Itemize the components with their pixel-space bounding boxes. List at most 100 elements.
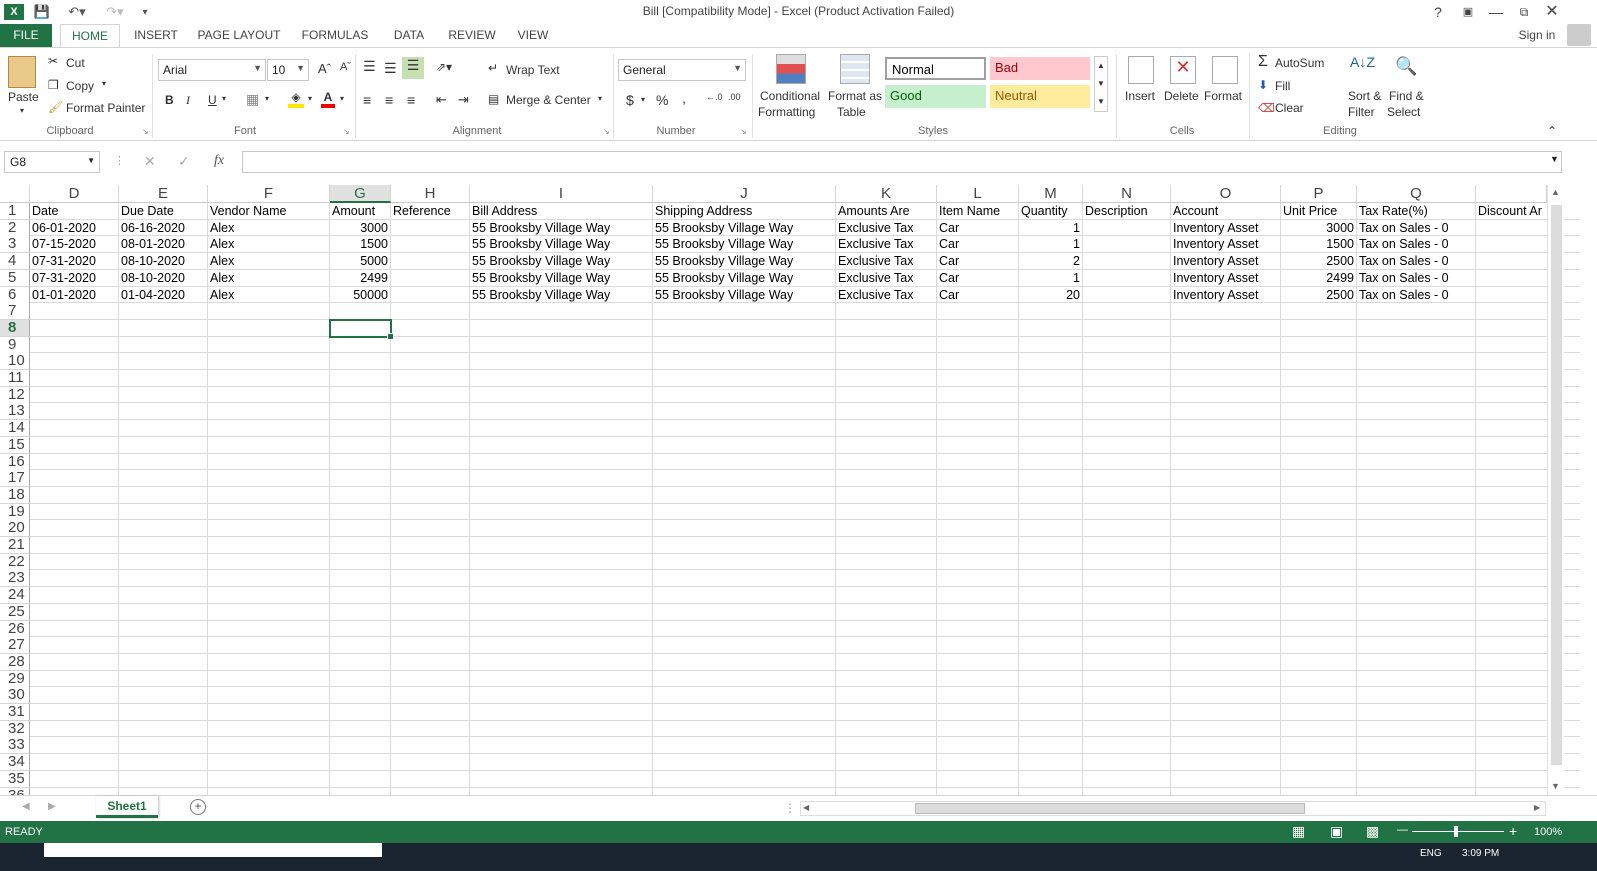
tab-home[interactable]: HOME xyxy=(60,24,120,48)
column-header-g[interactable]: G xyxy=(330,185,391,203)
data-cell[interactable]: 55 Brooksby Village Way xyxy=(470,270,652,287)
zoom-slider-thumb[interactable] xyxy=(1454,826,1458,837)
merge-dropdown-icon[interactable]: ▾ xyxy=(598,94,602,103)
row-header-32[interactable]: 32 xyxy=(0,720,30,738)
data-cell[interactable]: 07-15-2020 xyxy=(30,236,118,253)
style-good[interactable]: Good xyxy=(885,85,986,108)
column-header-n[interactable]: N xyxy=(1083,185,1171,203)
formula-bar-options-icon[interactable]: ⋮ xyxy=(114,154,125,167)
zoom-out-button[interactable]: — xyxy=(1397,824,1408,836)
data-cell[interactable]: Alex xyxy=(208,236,329,253)
row-header-1[interactable]: 1 xyxy=(0,203,30,220)
row-header-31[interactable]: 31 xyxy=(0,704,30,721)
top-align-icon[interactable]: ☰ xyxy=(363,58,376,75)
row-header-5[interactable]: 5 xyxy=(0,269,30,287)
data-cell[interactable]: 07-31-2020 xyxy=(30,253,118,270)
format-painter-icon[interactable]: 🖌 xyxy=(48,100,63,114)
paste-icon[interactable] xyxy=(8,56,36,88)
row-header-12[interactable]: 12 xyxy=(0,386,30,404)
data-cell[interactable]: 1 xyxy=(1019,236,1082,253)
column-header-h[interactable]: H xyxy=(391,185,470,203)
data-cell[interactable]: 06-01-2020 xyxy=(30,220,118,237)
data-cell[interactable]: Inventory Asset xyxy=(1171,287,1280,304)
avatar[interactable] xyxy=(1567,24,1591,46)
format-painter-button[interactable]: Format Painter xyxy=(66,101,145,115)
style-neutral[interactable]: Neutral xyxy=(990,85,1090,108)
row-header-14[interactable]: 14 xyxy=(0,420,30,438)
autosum-button[interactable]: AutoSum xyxy=(1275,56,1324,70)
data-cell[interactable]: 2499 xyxy=(1281,270,1356,287)
header-cell[interactable]: Item Name xyxy=(937,203,1018,220)
tab-page-layout[interactable]: PAGE LAYOUT xyxy=(192,24,286,48)
row-header-2[interactable]: 2 xyxy=(0,219,30,237)
row-header-22[interactable]: 22 xyxy=(0,553,30,571)
row-header-33[interactable]: 33 xyxy=(0,737,30,755)
font-size-select[interactable]: 10 ▼ xyxy=(267,59,309,81)
prev-sheet-icon[interactable]: ◀ xyxy=(22,801,30,812)
data-cell[interactable]: 55 Brooksby Village Way xyxy=(470,287,652,304)
column-header-p[interactable]: P xyxy=(1281,185,1357,203)
data-cell[interactable]: Exclusive Tax xyxy=(836,253,936,270)
align-left-icon[interactable]: ≡ xyxy=(363,92,371,108)
horizontal-scroll-thumb[interactable] xyxy=(915,803,1305,814)
row-header-17[interactable]: 17 xyxy=(0,470,30,488)
row-header-20[interactable]: 20 xyxy=(0,520,30,538)
data-cell[interactable]: 01-01-2020 xyxy=(30,287,118,304)
insert-function-button[interactable]: fx xyxy=(214,153,224,169)
data-cell[interactable]: 01-04-2020 xyxy=(119,287,207,304)
insert-cells-button[interactable]: Insert xyxy=(1125,89,1155,103)
new-sheet-icon[interactable]: + xyxy=(190,799,206,815)
row-header-13[interactable]: 13 xyxy=(0,403,30,421)
sort-filter-icon[interactable]: A↓Z xyxy=(1350,54,1375,70)
fill-icon[interactable]: ⬇ xyxy=(1258,78,1268,92)
row-header-23[interactable]: 23 xyxy=(0,570,30,588)
clipboard-launcher-icon[interactable]: ↘ xyxy=(142,127,149,136)
style-normal[interactable]: Normal xyxy=(885,57,986,80)
column-header-i[interactable]: I xyxy=(470,185,653,203)
horizontal-scrollbar[interactable]: ◀ ▶ xyxy=(800,801,1546,816)
borders-icon[interactable]: ▦ xyxy=(246,91,259,108)
bottom-align-icon[interactable]: ☰ xyxy=(402,57,424,79)
data-cell[interactable]: 1500 xyxy=(330,236,390,253)
row-header-36[interactable]: 36 xyxy=(0,787,30,795)
row-header-30[interactable]: 30 xyxy=(0,687,30,705)
row-header-19[interactable]: 19 xyxy=(0,503,30,521)
decrease-font-icon[interactable]: Aˇ xyxy=(340,61,351,73)
normal-view-icon[interactable]: ▦ xyxy=(1292,823,1305,840)
header-cell[interactable]: Discount Ar xyxy=(1476,203,1546,220)
data-cell[interactable]: Car xyxy=(937,236,1018,253)
row-header-27[interactable]: 27 xyxy=(0,637,30,655)
paste-button[interactable]: Paste xyxy=(8,90,39,104)
copy-dropdown-icon[interactable]: ▾ xyxy=(102,79,106,88)
header-cell[interactable]: Bill Address xyxy=(470,203,652,220)
data-cell[interactable]: Exclusive Tax xyxy=(836,220,936,237)
bold-button[interactable]: B xyxy=(165,93,174,107)
row-header-10[interactable]: 10 xyxy=(0,353,30,371)
data-cell[interactable]: Tax on Sales - 0 xyxy=(1357,253,1475,270)
format-as-table-label-2[interactable]: Table xyxy=(837,105,866,119)
row-header-15[interactable]: 15 xyxy=(0,436,30,454)
collapse-ribbon-icon[interactable]: ⌃ xyxy=(1547,124,1557,138)
font-launcher-icon[interactable]: ↘ xyxy=(343,127,350,136)
page-break-view-icon[interactable]: ▩ xyxy=(1366,823,1379,840)
select-all-corner[interactable] xyxy=(0,185,30,203)
data-cell[interactable]: 55 Brooksby Village Way xyxy=(653,287,835,304)
column-header-e[interactable]: E xyxy=(119,185,208,203)
number-launcher-icon[interactable]: ↘ xyxy=(740,127,747,136)
zoom-in-button[interactable]: + xyxy=(1509,823,1517,839)
next-sheet-icon[interactable]: ▶ xyxy=(48,801,56,812)
row-header-16[interactable]: 16 xyxy=(0,453,30,471)
row-header-9[interactable]: 9 xyxy=(0,336,30,354)
find-select-label-2[interactable]: Select xyxy=(1387,105,1420,119)
page-layout-view-icon[interactable]: ▣ xyxy=(1330,823,1343,840)
font-color-dropdown-icon[interactable]: ▾ xyxy=(340,94,344,103)
row-header-11[interactable]: 11 xyxy=(0,370,30,387)
row-header-26[interactable]: 26 xyxy=(0,620,30,638)
column-header-l[interactable]: L xyxy=(937,185,1019,203)
data-cell[interactable]: 2500 xyxy=(1281,287,1356,304)
data-cell[interactable]: Tax on Sales - 0 xyxy=(1357,270,1475,287)
row-header-18[interactable]: 18 xyxy=(0,486,30,504)
data-cell[interactable]: 20 xyxy=(1019,287,1082,304)
data-cell[interactable]: 2 xyxy=(1019,253,1082,270)
tab-formulas[interactable]: FORMULAS xyxy=(294,24,376,48)
